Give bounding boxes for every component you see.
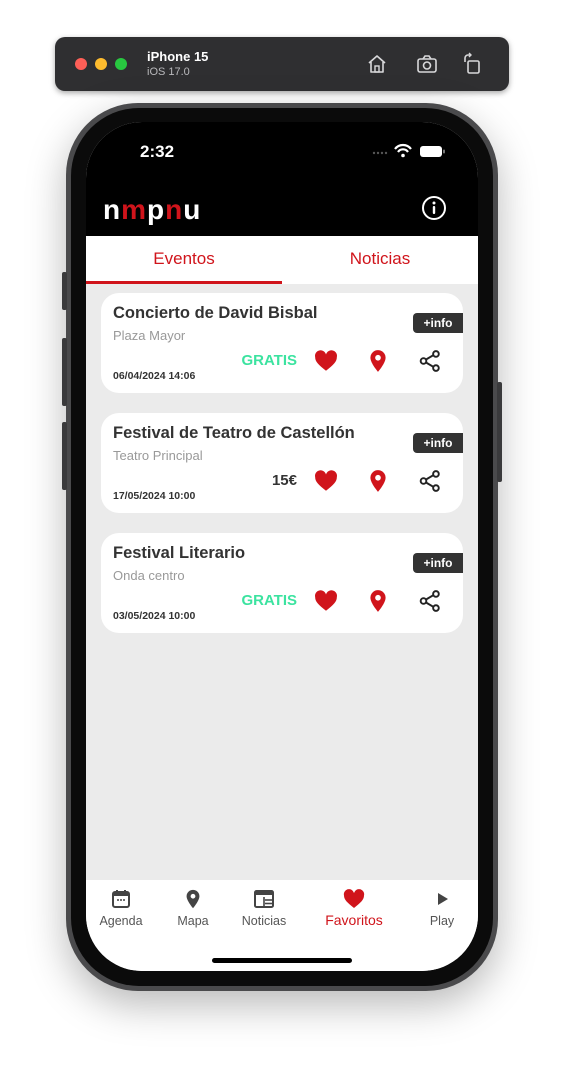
map-pin-icon[interactable] <box>365 348 391 374</box>
more-info-button[interactable]: +info <box>413 553 463 573</box>
app-header: 2:32 nmpnu <box>86 122 478 236</box>
zoom-window-button[interactable] <box>115 58 127 70</box>
map-pin-icon[interactable] <box>365 468 391 494</box>
share-icon[interactable] <box>417 468 443 494</box>
heart-icon <box>343 889 365 908</box>
play-icon <box>438 893 448 905</box>
favorite-heart-icon[interactable] <box>313 468 339 494</box>
nav-play[interactable]: Play <box>407 888 477 928</box>
active-tab-indicator <box>86 281 282 284</box>
nav-label: Agenda <box>99 914 143 928</box>
event-card[interactable]: Concierto de David Bisbal Plaza Mayor +i… <box>101 293 463 393</box>
logo-letter: n <box>103 194 122 225</box>
event-date: 03/05/2024 10:00 <box>113 610 196 622</box>
volume-down-button <box>62 422 67 490</box>
event-price: GRATIS <box>241 592 297 609</box>
logo-letter: u <box>183 194 202 225</box>
tab-noticias[interactable]: Noticias <box>282 236 478 284</box>
power-button <box>497 382 502 482</box>
action-button <box>62 272 67 310</box>
event-price: 15€ <box>271 472 297 489</box>
map-pin-icon <box>186 889 200 909</box>
rotate-icon[interactable] <box>460 52 484 76</box>
event-venue: Onda centro <box>113 568 185 583</box>
more-info-button[interactable]: +info <box>413 433 463 453</box>
event-price: GRATIS <box>241 352 297 369</box>
simulator-toolbar: iPhone 15 iOS 17.0 <box>55 37 509 91</box>
event-card[interactable]: Festival Literario Onda centro +info GRA… <box>101 533 463 633</box>
nav-label: Favoritos <box>325 912 383 928</box>
info-circle-icon[interactable] <box>421 195 447 221</box>
app-screen: 2:32 nmpnu Eventos Noticias Concierto de… <box>86 122 478 971</box>
device-name: iPhone 15 <box>147 49 209 64</box>
event-title: Concierto de David Bisbal <box>113 304 318 322</box>
favorite-heart-icon[interactable] <box>313 588 339 614</box>
share-icon[interactable] <box>417 348 443 374</box>
status-time: 2:32 <box>140 142 175 161</box>
minimize-window-button[interactable] <box>95 58 107 70</box>
nav-favoritos[interactable]: Favoritos <box>319 888 389 928</box>
nav-noticias[interactable]: Noticias <box>229 888 299 928</box>
map-pin-icon[interactable] <box>365 588 391 614</box>
more-info-button[interactable]: +info <box>413 313 463 333</box>
event-title: Festival de Teatro de Castellón <box>113 424 355 442</box>
logo-letter: n <box>165 194 184 225</box>
volume-up-button <box>62 338 67 406</box>
home-icon[interactable] <box>365 52 389 76</box>
favorite-heart-icon[interactable] <box>313 348 339 374</box>
dynamic-island <box>222 134 346 170</box>
nav-agenda[interactable]: Agenda <box>86 888 156 928</box>
tab-eventos[interactable]: Eventos <box>86 236 282 284</box>
nav-mapa[interactable]: Mapa <box>158 888 228 928</box>
nav-label: Play <box>429 914 455 928</box>
os-version: iOS 17.0 <box>147 66 190 78</box>
status-icons <box>372 143 445 158</box>
logo-letter: m <box>121 194 148 225</box>
close-window-button[interactable] <box>75 58 87 70</box>
event-venue: Plaza Mayor <box>113 328 186 343</box>
event-date: 17/05/2024 10:00 <box>113 490 196 502</box>
event-date: 06/04/2024 14:06 <box>113 370 196 382</box>
newspaper-icon <box>254 890 274 908</box>
nav-label: Noticias <box>241 914 287 928</box>
logo-letter: p <box>147 194 166 225</box>
tab-bar: Eventos Noticias <box>86 236 478 284</box>
event-title: Festival Literario <box>113 544 246 562</box>
event-venue: Teatro Principal <box>113 448 203 463</box>
home-indicator[interactable] <box>212 958 352 963</box>
event-card[interactable]: Festival de Teatro de Castellón Teatro P… <box>101 413 463 513</box>
camera-icon[interactable] <box>415 52 439 76</box>
nav-label: Mapa <box>177 914 209 928</box>
share-icon[interactable] <box>417 588 443 614</box>
calendar-icon <box>112 890 130 908</box>
app-logo: nmpnu <box>103 194 201 226</box>
